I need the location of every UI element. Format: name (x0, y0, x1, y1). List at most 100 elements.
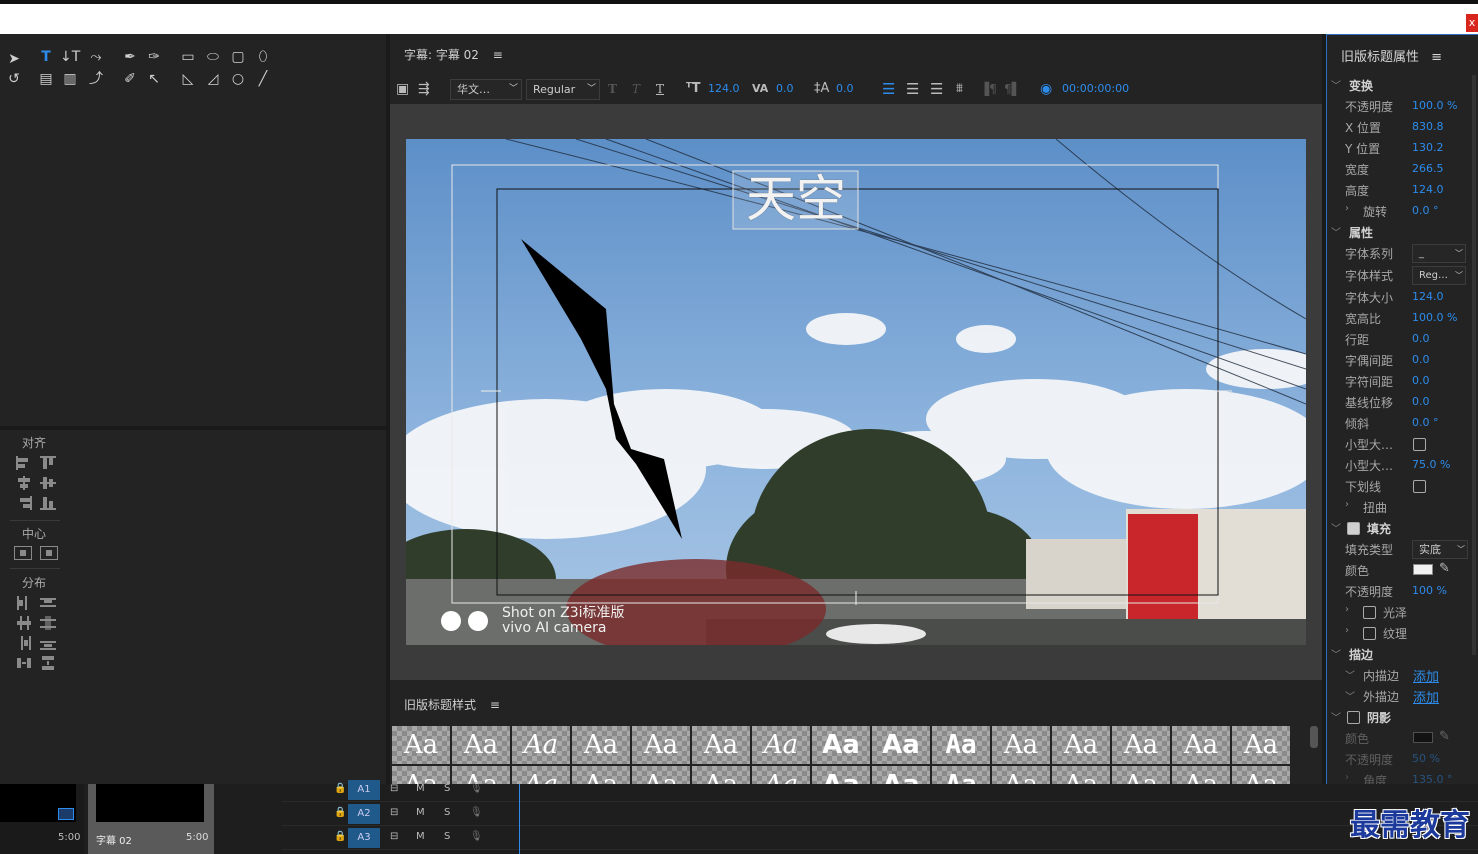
solo-button[interactable]: S (444, 783, 450, 794)
fill-type-select[interactable]: 实底 ﹀ (1412, 540, 1468, 559)
center-horizontal-icon[interactable] (14, 546, 32, 560)
mute-button[interactable]: M (416, 783, 425, 794)
style-swatch[interactable]: Aa (632, 726, 690, 764)
leading-prop-value[interactable]: 0.0 (1412, 332, 1430, 345)
arc-tool-icon[interactable]: ◿ (203, 70, 223, 88)
path-type-tool-icon[interactable]: ⤳ (86, 48, 106, 66)
align-left-icon[interactable] (16, 456, 32, 470)
shadow-section[interactable]: ﹀ 阴影 (1327, 707, 1478, 727)
style-swatch[interactable]: Aa (1232, 726, 1290, 764)
distribute-vcenter-icon[interactable] (40, 616, 56, 630)
height-value[interactable]: 124.0 (1412, 183, 1444, 196)
selection-tool-icon[interactable]: ➤ (4, 50, 24, 68)
microphone-icon[interactable]: 🎙 (470, 831, 483, 842)
font-size-value[interactable]: 124.0 (708, 76, 740, 102)
mute-button[interactable]: M (416, 831, 425, 842)
fill-color-swatch[interactable] (1413, 564, 1433, 575)
distribute-top-icon[interactable] (40, 596, 56, 610)
add-outer-stroke-link[interactable]: 添加 (1413, 687, 1439, 706)
bold-icon[interactable]: T (608, 76, 617, 102)
lock-icon[interactable]: 🔒 (334, 807, 346, 818)
solo-button[interactable]: S (444, 807, 450, 818)
background-video-toggle-icon[interactable]: ▣ (396, 76, 409, 102)
underline-icon[interactable]: T (656, 76, 664, 102)
title-text[interactable]: 天空 (734, 167, 858, 231)
font-family-select[interactable]: _ ﹀ (1412, 244, 1466, 263)
align-hcenter-icon[interactable] (16, 476, 32, 490)
smallcaps-size-value[interactable]: 75.0 % (1412, 458, 1450, 471)
add-anchor-tool-icon[interactable]: ✐ (120, 70, 140, 88)
stroke-section[interactable]: ﹀ 描边 (1327, 644, 1478, 664)
transform-section[interactable]: ﹀ 变换 (1327, 75, 1478, 95)
fill-section[interactable]: ﹀ 填充 (1327, 518, 1478, 538)
properties-scrollbar[interactable] (1472, 75, 1476, 655)
lock-icon[interactable]: 🔒 (334, 831, 346, 842)
mute-button[interactable]: M (416, 807, 425, 818)
sheen-row[interactable]: › 光泽 (1327, 602, 1478, 622)
vertical-path-type-tool-icon[interactable]: ⤴ (86, 70, 106, 88)
italic-icon[interactable]: T (632, 76, 640, 102)
ellipse-tool-icon[interactable]: ⬯ (253, 48, 273, 66)
texture-checkbox[interactable] (1363, 627, 1376, 640)
distribute-bottom-icon[interactable] (40, 636, 56, 650)
style-swatch[interactable]: Aa (392, 726, 450, 764)
center-vertical-icon[interactable] (40, 546, 58, 560)
circle-tool-icon[interactable]: ○ (228, 70, 248, 88)
vertical-area-type-tool-icon[interactable]: ▥ (60, 70, 80, 88)
opacity-value[interactable]: 100.0 % (1412, 99, 1457, 112)
y-position-value[interactable]: 130.2 (1412, 141, 1444, 154)
align-bottom-icon[interactable] (40, 496, 56, 510)
pen-tool-icon[interactable]: ✒ (120, 48, 140, 66)
convert-anchor-tool-icon[interactable]: ↖ (144, 70, 164, 88)
sync-icon[interactable]: ⊟ (390, 831, 398, 842)
slant-value[interactable]: 0.0 ° (1412, 416, 1439, 429)
styles-menu-icon[interactable]: ≡ (490, 698, 500, 712)
style-swatch[interactable]: Aa (692, 726, 750, 764)
sync-icon[interactable]: ⊟ (390, 783, 398, 794)
texture-row[interactable]: › 纹理 (1327, 623, 1478, 643)
microphone-icon[interactable]: 🎙 (470, 783, 483, 794)
properties-section[interactable]: ﹀ 属性 (1327, 222, 1478, 242)
playhead[interactable] (519, 784, 520, 854)
align-vcenter-icon[interactable] (40, 476, 56, 490)
baseline-value[interactable]: 0.0 (1412, 395, 1430, 408)
sheen-checkbox[interactable] (1363, 606, 1376, 619)
style-swatch[interactable]: Aa (812, 726, 870, 764)
designer-menu-icon[interactable]: ≡ (493, 48, 503, 62)
tab-left-icon[interactable]: ▐¶ (980, 76, 997, 102)
kerning-value[interactable]: 0.0 (776, 76, 794, 102)
style-swatch[interactable]: Aa (872, 726, 930, 764)
style-swatch[interactable]: Aa (1172, 726, 1230, 764)
type-tool-icon[interactable]: T (36, 48, 56, 66)
add-inner-stroke-link[interactable]: 添加 (1413, 666, 1439, 685)
align-top-icon[interactable] (40, 456, 56, 470)
shadow-checkbox[interactable] (1347, 711, 1360, 724)
timecode-value[interactable]: 00:00:00:00 (1062, 76, 1129, 102)
close-button[interactable]: x (1466, 14, 1478, 32)
font-family-dropdown[interactable]: 华文… ﹀ (450, 79, 522, 100)
video-frame[interactable]: 天空 Shot on Z3i标准版 vivo AI camera (406, 139, 1306, 645)
project-clip-2[interactable]: 字幕 02 5:00 (88, 784, 214, 854)
solo-button[interactable]: S (444, 831, 450, 842)
distort-row[interactable]: › 扭曲 (1327, 497, 1478, 517)
width-value[interactable]: 266.5 (1412, 162, 1444, 175)
distribute-hcenter-icon[interactable] (16, 616, 32, 630)
track-a3-label[interactable]: A3 (348, 828, 380, 848)
underline-checkbox[interactable] (1413, 480, 1426, 493)
style-swatch[interactable]: Aa (932, 726, 990, 764)
shadow-color-swatch[interactable] (1413, 732, 1433, 743)
style-swatch[interactable]: Aa (1052, 726, 1110, 764)
leading-value[interactable]: 0.0 (836, 76, 854, 102)
font-size-prop-value[interactable]: 124.0 (1412, 290, 1444, 303)
vertical-type-tool-icon[interactable]: ↓T (60, 48, 80, 66)
style-swatch[interactable]: Aa (512, 726, 570, 764)
style-swatch[interactable]: Aa (452, 726, 510, 764)
rotation-value[interactable]: 0.0 ° (1412, 204, 1439, 217)
fill-opacity-value[interactable]: 100 % (1412, 584, 1447, 597)
fill-checkbox[interactable] (1347, 522, 1360, 535)
lock-icon[interactable]: 🔒 (334, 783, 346, 794)
area-type-tool-icon[interactable]: ▤ (36, 70, 56, 88)
microphone-icon[interactable]: 🎙 (470, 807, 483, 818)
styles-scrollbar[interactable] (1310, 726, 1318, 748)
align-left-text-icon[interactable]: ☰ (882, 76, 895, 102)
